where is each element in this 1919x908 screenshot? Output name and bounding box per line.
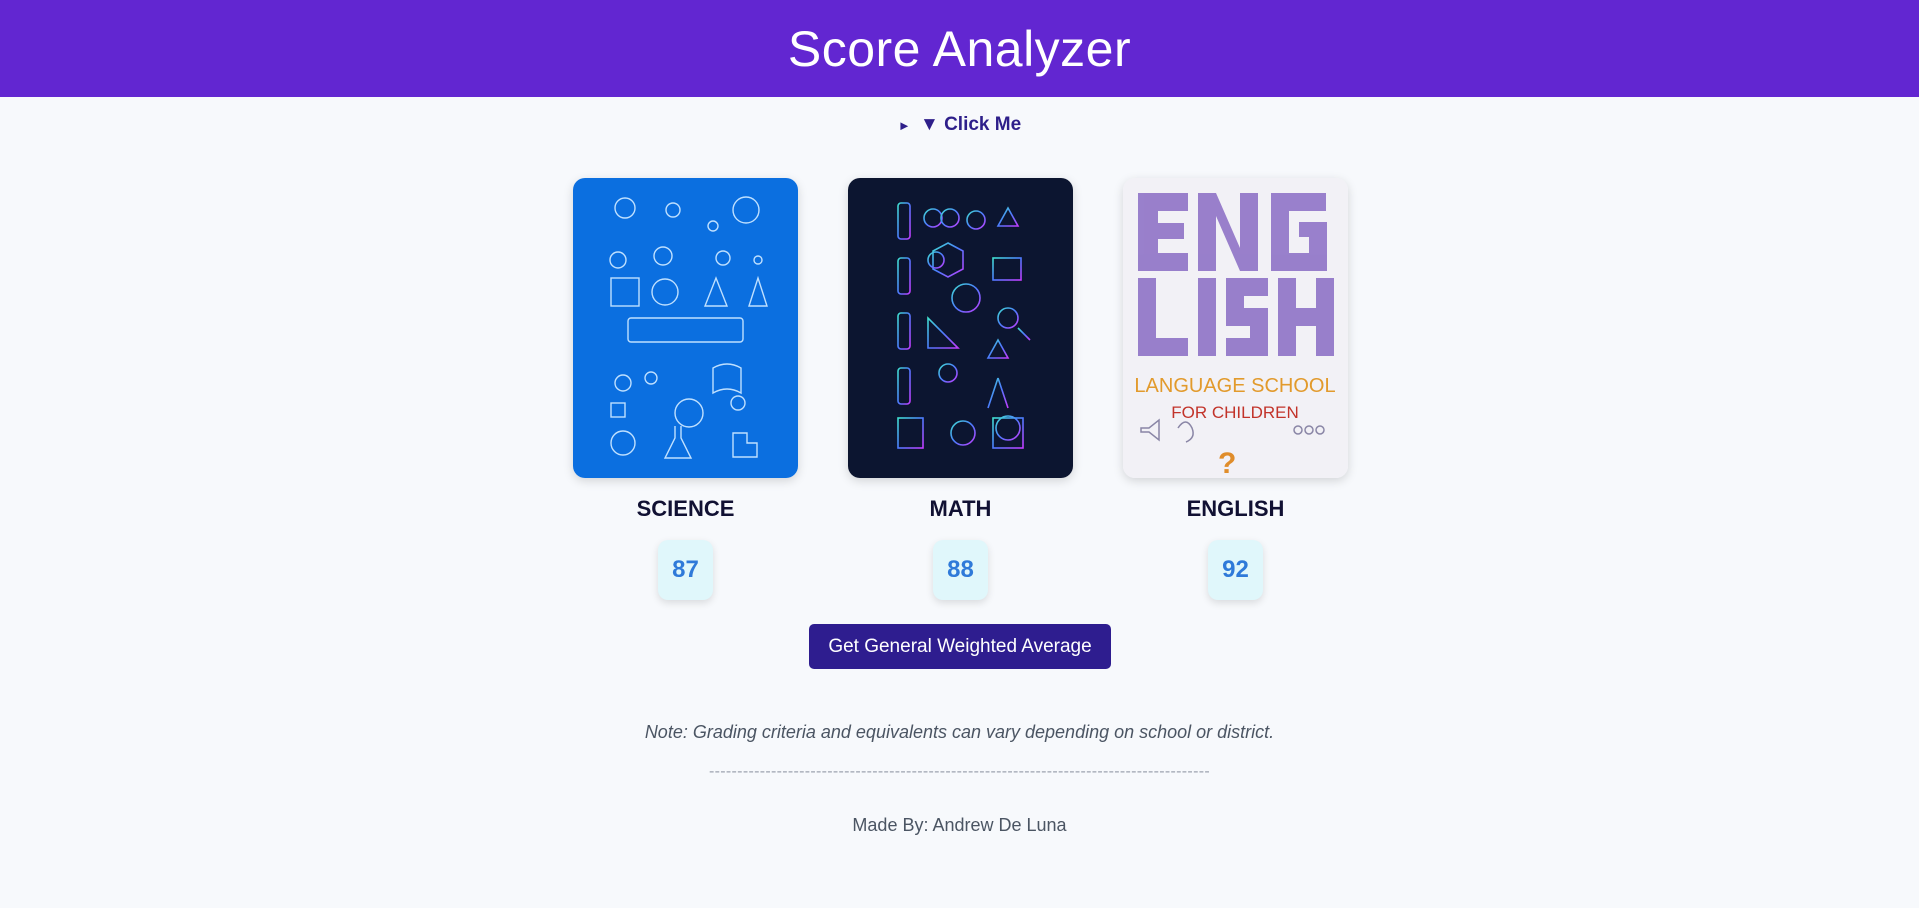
page-title: Score Analyzer [787,20,1132,77]
math-cover-image [848,178,1073,478]
subject-cards: SCIENCE 87 MATH 88 LANGUAGE SCHOOL FOR C… [573,178,1348,600]
science-cover-image [573,178,798,478]
expand-marker-icon: ▼ [919,114,939,135]
subject-score: 87 [658,540,713,600]
english-cover-image: LANGUAGE SCHOOL FOR CHILDREN ? [1123,178,1348,478]
subject-card-english: LANGUAGE SCHOOL FOR CHILDREN ? ENGLISH 9… [1123,178,1348,600]
subject-name: MATH [929,496,992,521]
click-me-toggle[interactable]: ► ▼ Click Me [0,114,1919,136]
subject-card-math: MATH 88 [848,178,1073,600]
subject-name: ENGLISH [1186,496,1285,521]
svg-text:?: ? [1218,447,1236,478]
grading-note: Note: Grading criteria and equivalents c… [644,722,1275,742]
subject-card-science: SCIENCE 87 [573,178,798,600]
subject-score: 92 [1208,540,1263,600]
stem-book-illustration [848,178,1073,478]
disclosure-triangle-icon: ► [897,118,911,133]
english-book-illustration: LANGUAGE SCHOOL FOR CHILDREN ? [1123,178,1348,478]
cover-subtitle: LANGUAGE SCHOOL [1134,375,1335,397]
subject-score: 88 [933,540,988,600]
toggle-label: Click Me [944,114,1022,135]
subject-name: SCIENCE [636,496,735,521]
author-credit: Made By: Andrew De Luna [852,815,1067,835]
app-header: Score Analyzer [0,0,1919,97]
cover-subtitle-2: FOR CHILDREN [1171,403,1299,422]
science-book-illustration [573,178,798,478]
get-gwa-button[interactable]: Get General Weighted Average [809,624,1111,669]
footer-divider: ----------------------------------------… [709,763,1210,780]
